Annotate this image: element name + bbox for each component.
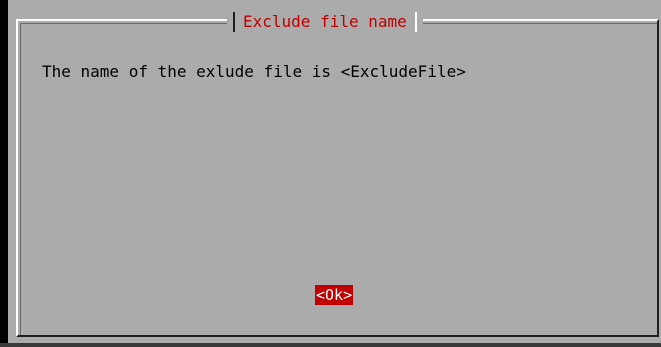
- dialog-shadow: [0, 343, 661, 347]
- title-left-tick: [233, 12, 235, 32]
- dialog-message: The name of the exlude file is <ExcludeF…: [42, 62, 466, 81]
- dialog-title: Exclude file name: [243, 12, 407, 31]
- terminal-left-edge: [0, 0, 8, 347]
- title-right-tick: [414, 12, 417, 32]
- dialog-title-box: Exclude file name: [227, 11, 423, 33]
- exclude-file-dialog: Exclude file name The name of the exlude…: [8, 0, 661, 343]
- ok-button[interactable]: <Ok>: [315, 285, 354, 305]
